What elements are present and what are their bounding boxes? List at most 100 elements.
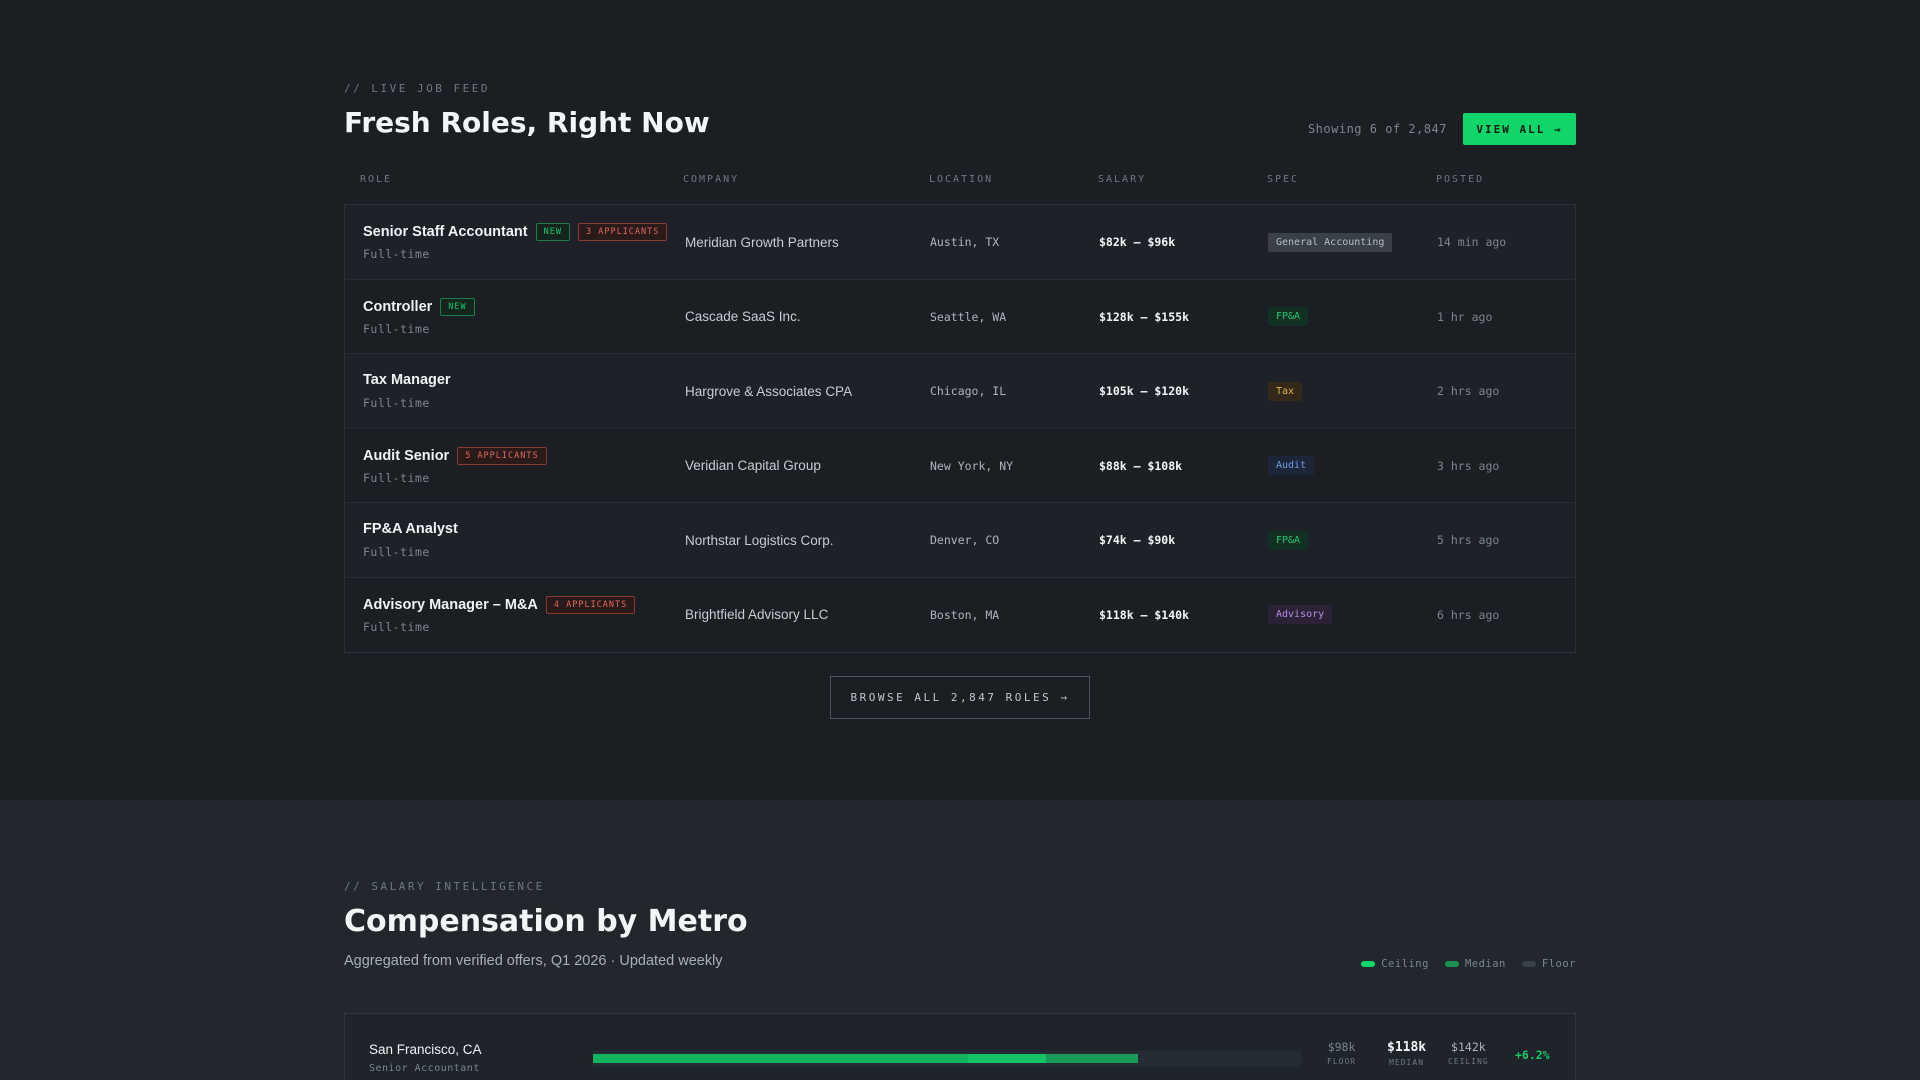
new-badge: NEW <box>535 223 570 241</box>
role-name[interactable]: Senior Staff Accountant <box>363 224 528 240</box>
legend-label: Floor <box>1541 958 1576 970</box>
employment-type: Full-time <box>363 396 430 410</box>
job-location: Denver, CO <box>930 533 1000 547</box>
spec-tag: FP&A <box>1268 307 1309 326</box>
salary-intel-subtitle: Aggregated from verified offers, Q1 2026… <box>344 953 723 969</box>
job-feed-eyebrow: // LIVE JOB FEED <box>344 82 490 95</box>
posted-time: 6 hrs ago <box>1437 607 1500 622</box>
job-location: Austin, TX <box>930 235 1000 249</box>
job-row[interactable]: Controller NEW Full-time Cascade SaaS Inc. S… <box>345 279 1575 354</box>
legend-label: Median <box>1464 958 1506 970</box>
spec-tag: Advisory <box>1268 605 1333 624</box>
company-name: Northstar Logistics Corp. <box>685 532 834 548</box>
salary-intel-eyebrow: // SALARY INTELLIGENCE <box>344 880 545 893</box>
role-title: Senior Staff Accountant NEW 3 APPLICANTS <box>363 223 668 241</box>
spec-cell: General Accounting <box>1268 205 1393 279</box>
applicants-badge: 4 APPLICANTS <box>545 595 636 614</box>
showing-count: Showing 6 of 2,847 <box>1307 122 1447 136</box>
applicants-badge: 3 APPLICANTS <box>577 223 668 241</box>
legend-swatch <box>1521 961 1536 967</box>
column-header-role[interactable]: ROLE <box>360 174 392 185</box>
median-label: MEDIAN <box>1389 1058 1425 1067</box>
metro-row[interactable]: San Francisco, CA Senior Accountant $98k FL… <box>344 1013 1576 1080</box>
employment-type: Full-time <box>363 321 430 336</box>
posted-time: 14 min ago <box>1437 235 1507 249</box>
median-stat: $118k MEDIAN <box>1387 1040 1426 1067</box>
salary-range-bar <box>593 1051 1301 1067</box>
posted-time: 5 hrs ago <box>1437 533 1500 547</box>
legend-item-floor: Floor <box>1521 958 1576 970</box>
salary-range: $105k – $120k <box>1099 384 1190 398</box>
job-location: Boston, MA <box>930 607 1000 622</box>
metro-role: Senior Accountant <box>369 1063 480 1074</box>
role-title: Tax Manager <box>363 372 451 388</box>
column-header-location[interactable]: LOCATION <box>929 174 993 185</box>
spec-tag: Tax <box>1268 381 1303 401</box>
spec-tag: Audit <box>1268 456 1315 475</box>
job-table-header: ROLE COMPANY LOCATION SALARY SPEC POSTED <box>344 174 1576 204</box>
applicants-badge: 5 APPLICANTS <box>457 446 547 465</box>
spec-cell: Advisory <box>1268 578 1333 652</box>
view-all-button[interactable]: VIEW ALL → <box>1463 113 1576 145</box>
salary-range: $118k – $140k <box>1099 607 1190 622</box>
browse-all-roles-button[interactable]: BROWSE ALL 2,847 ROLES → <box>830 676 1090 719</box>
spec-cell: Tax <box>1268 354 1303 428</box>
ceiling-stat: $142k CEILING <box>1448 1040 1489 1066</box>
column-header-spec[interactable]: SPEC <box>1267 174 1299 185</box>
column-header-posted[interactable]: POSTED <box>1436 174 1484 185</box>
median-value: $118k <box>1387 1040 1427 1055</box>
job-row[interactable]: FP&A Analyst Full-time Northstar Logistics… <box>345 503 1575 578</box>
role-name[interactable]: Tax Manager <box>363 372 451 388</box>
salary-legend: Ceiling Median Floor <box>1361 958 1576 970</box>
posted-time: 3 hrs ago <box>1437 458 1500 473</box>
spec-cell: Audit <box>1268 429 1315 503</box>
new-badge: NEW <box>440 297 475 316</box>
legend-label: Ceiling <box>1381 958 1429 970</box>
spec-cell: FP&A <box>1268 503 1309 577</box>
company-name: Cascade SaaS Inc. <box>685 309 801 324</box>
role-title: Controller NEW <box>363 297 475 316</box>
salary-range: $74k – $90k <box>1099 533 1176 547</box>
ceiling-label: CEILING <box>1448 1057 1489 1066</box>
salary-range: $128k – $155k <box>1099 309 1190 324</box>
salary-range: $82k – $96k <box>1099 235 1176 249</box>
job-row[interactable]: Tax Manager Full-time Hargrove & Associate… <box>345 354 1575 429</box>
floor-stat: $98k FLOOR <box>1327 1040 1356 1066</box>
floor-value: $98k <box>1327 1040 1356 1054</box>
job-feed-section: // LIVE JOB FEED Fresh Roles, Right Now … <box>0 0 1920 800</box>
spec-tag: General Accounting <box>1268 232 1393 252</box>
legend-item-ceiling: Ceiling <box>1361 958 1429 970</box>
column-header-company[interactable]: COMPANY <box>683 174 739 185</box>
posted-time: 2 hrs ago <box>1437 384 1500 398</box>
job-row[interactable]: Advisory Manager – M&A 4 APPLICANTS Full-t… <box>345 577 1575 652</box>
job-row[interactable]: Audit Senior 5 APPLICANTS Full-time Veridia… <box>345 428 1575 503</box>
job-feed-title: Fresh Roles, Right Now <box>344 106 710 139</box>
employment-type: Full-time <box>363 470 430 485</box>
company-name: Brightfield Advisory LLC <box>685 607 829 622</box>
legend-swatch <box>1444 961 1459 967</box>
job-table: Senior Staff Accountant NEW 3 APPLICANTS Fu… <box>344 204 1576 653</box>
company-name: Meridian Growth Partners <box>685 234 839 250</box>
salary-range: $88k – $108k <box>1099 458 1183 473</box>
employment-type: Full-time <box>363 545 430 559</box>
company-name: Hargrove & Associates CPA <box>685 383 853 399</box>
ceiling-value: $142k <box>1451 1040 1486 1054</box>
salary-intel-title: Compensation by Metro <box>344 904 748 939</box>
role-title: Audit Senior 5 APPLICANTS <box>363 446 547 465</box>
metro-city: San Francisco, CA <box>369 1042 482 1057</box>
employment-type: Full-time <box>363 619 430 634</box>
job-row[interactable]: Senior Staff Accountant NEW 3 APPLICANTS Fu… <box>345 205 1575 280</box>
company-name: Veridian Capital Group <box>685 458 821 473</box>
role-title: Advisory Manager – M&A 4 APPLICANTS <box>363 595 636 614</box>
posted-time: 1 hr ago <box>1437 309 1493 324</box>
legend-item-median: Median <box>1444 958 1506 970</box>
spec-cell: FP&A <box>1268 280 1309 354</box>
job-location: New York, NY <box>930 458 1014 473</box>
column-header-salary[interactable]: SALARY <box>1098 174 1146 185</box>
employment-type: Full-time <box>363 247 430 261</box>
role-name[interactable]: FP&A Analyst <box>363 521 458 537</box>
yoy-change: +6.2% <box>1515 1048 1550 1062</box>
role-name[interactable]: Audit Senior <box>363 448 449 464</box>
role-name[interactable]: Advisory Manager – M&A <box>363 597 538 613</box>
role-name[interactable]: Controller <box>363 299 432 315</box>
